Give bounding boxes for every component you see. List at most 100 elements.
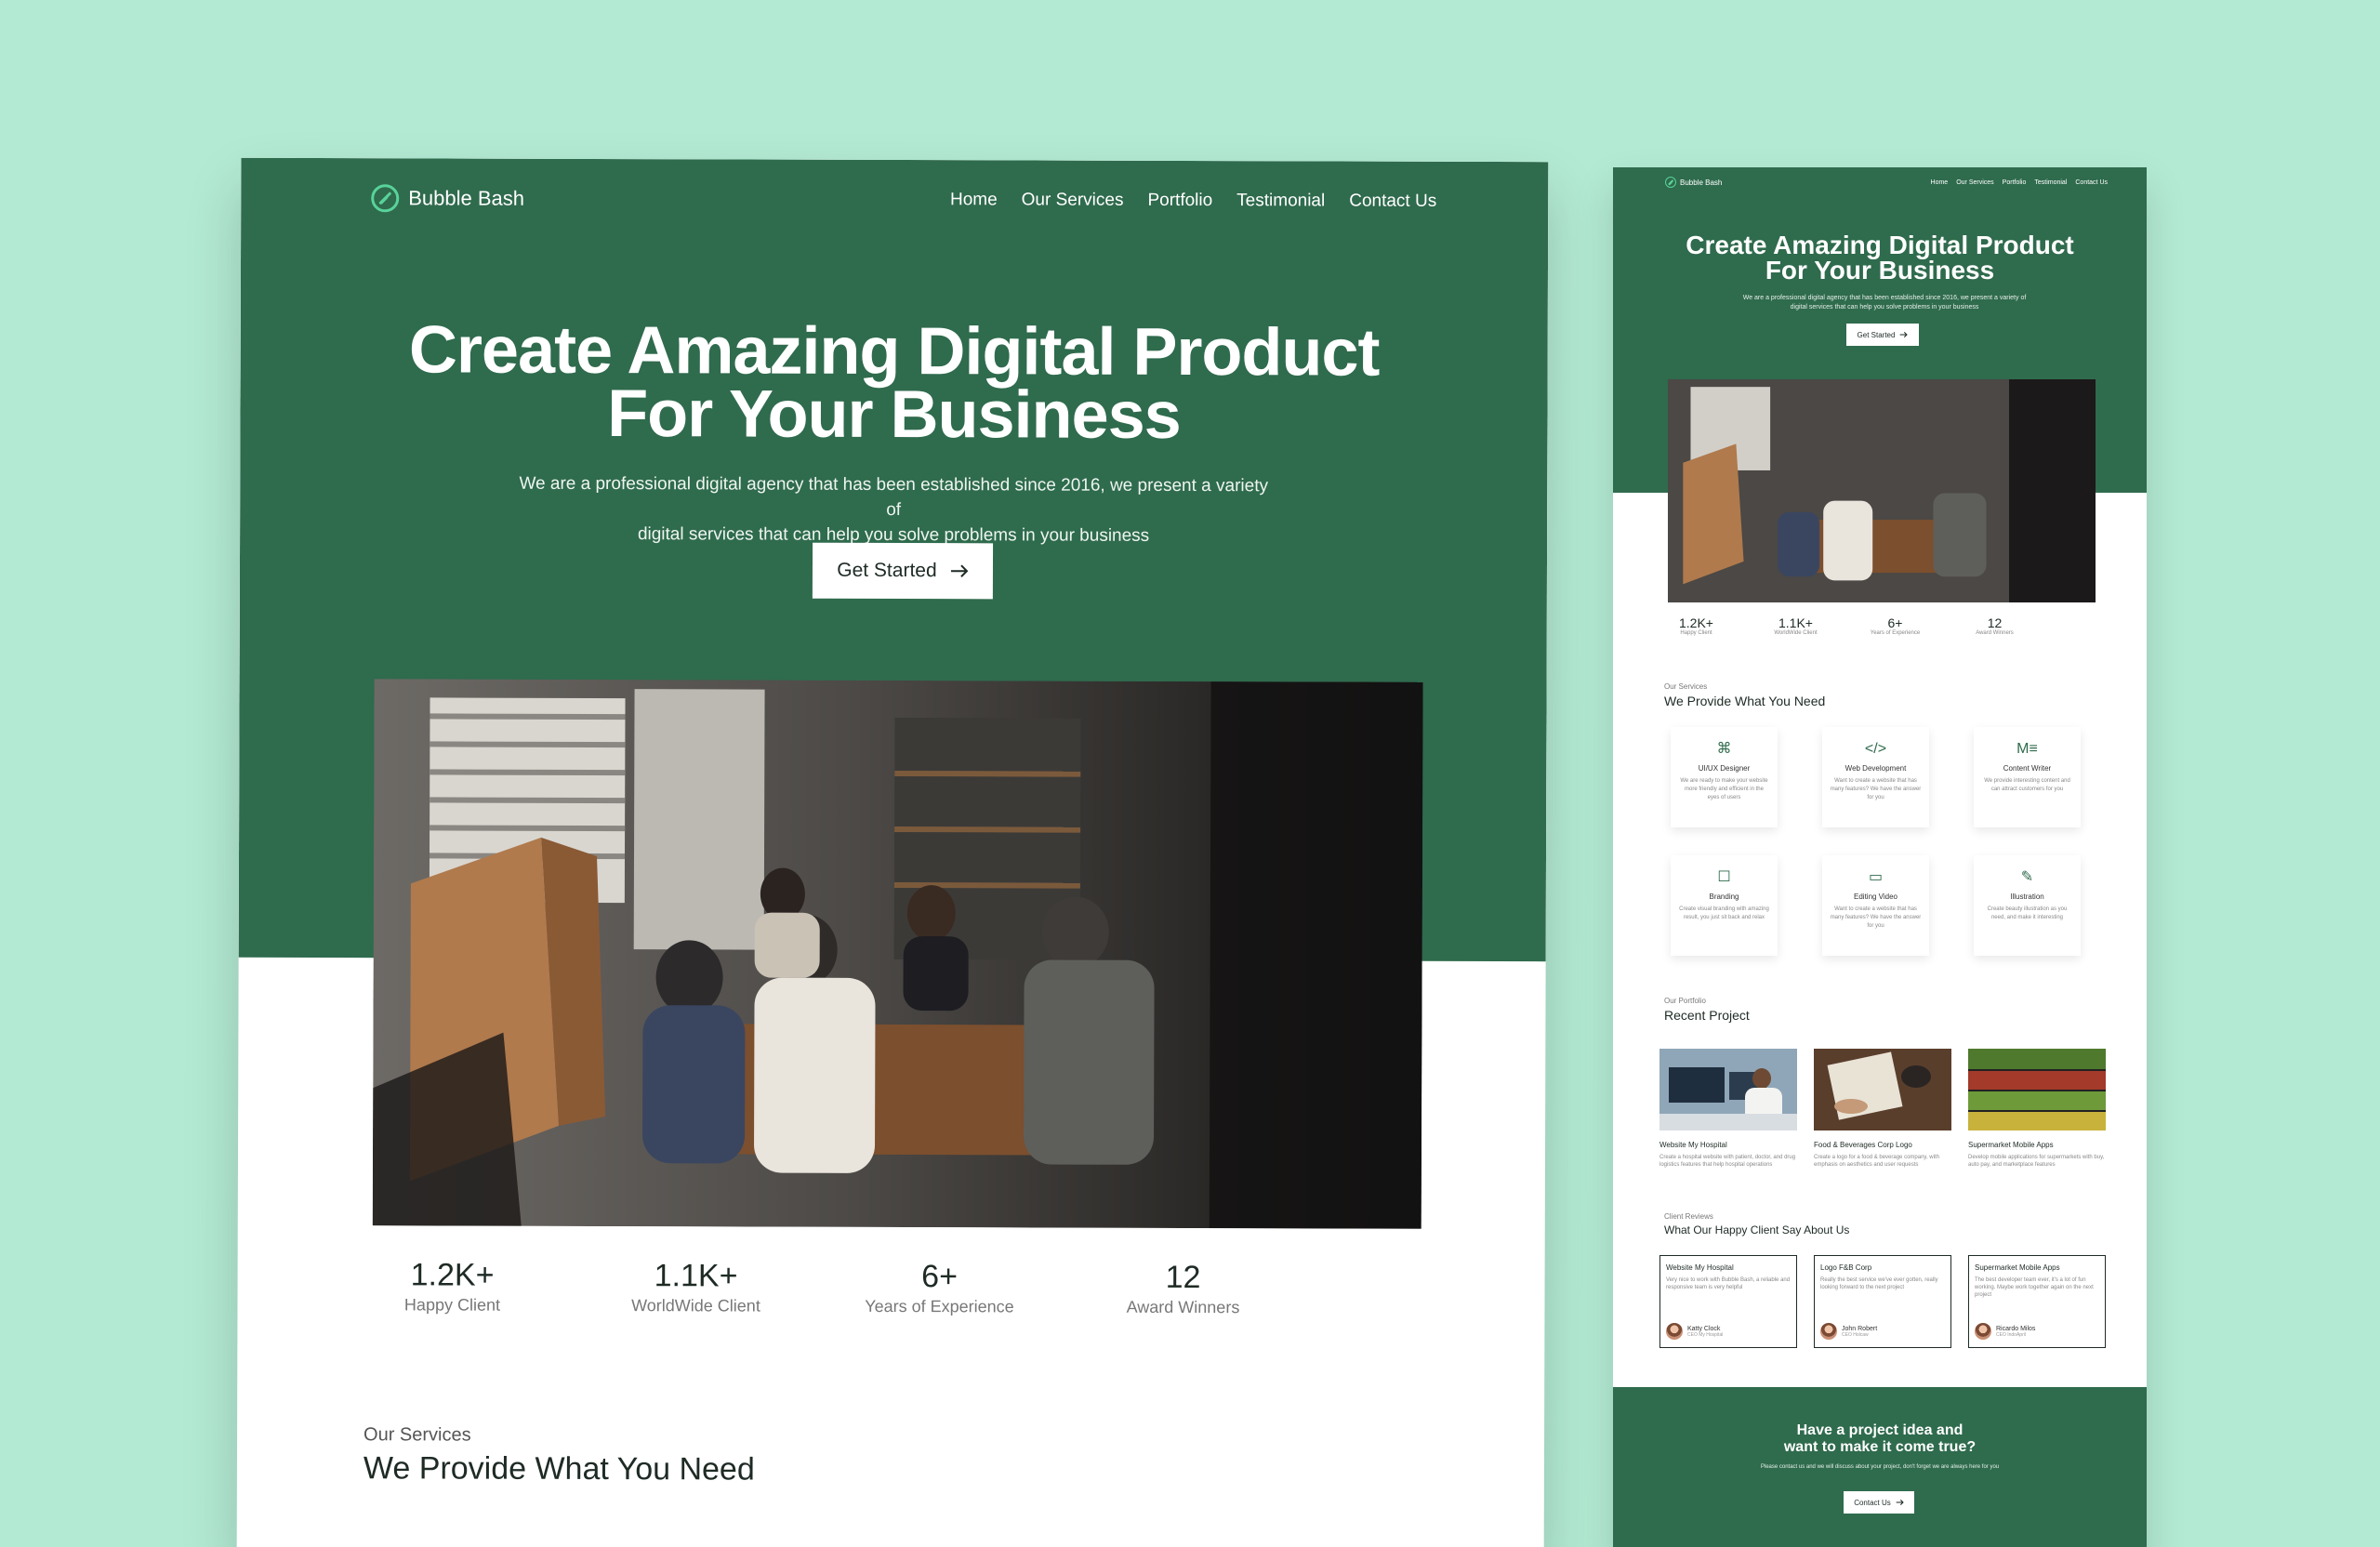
stat-value: 1.2K+ [410, 1257, 495, 1293]
nav-portfolio[interactable]: Portfolio [2003, 179, 2027, 186]
author-name: Katty Clock [1687, 1325, 1721, 1332]
get-started-button[interactable]: Get Started [1846, 324, 1919, 346]
brand-logo[interactable]: Bubble Bash [1665, 177, 1722, 188]
service-desc: Want to create a website that has many f… [1830, 778, 1922, 800]
project-image-supermarket [1968, 1049, 2106, 1130]
project-card[interactable]: Supermarket Mobile Apps Develop mobile a… [1968, 1049, 2106, 1169]
services-eyebrow: Our Services [364, 1424, 471, 1446]
project-title: Food & Beverages Corp Logo [1814, 1141, 1912, 1149]
review-text: Very nice to work with Bubble Bash, a re… [1666, 1277, 1791, 1290]
author-role: CEO Holcaw [1842, 1331, 1869, 1338]
hero-title: Create Amazing Digital Product For Your … [240, 312, 1547, 453]
stat-label: WorldWide Client [1774, 630, 1818, 636]
nav-our-services[interactable]: Our Services [1022, 190, 1124, 210]
hero-subtitle: We are a professional digital agency tha… [1725, 294, 2044, 312]
reviews-eyebrow: Client Reviews [1664, 1212, 1713, 1221]
nav-contact-us[interactable]: Contact Us [1349, 192, 1436, 212]
service-desc: We are ready to make your website more f… [1680, 778, 1768, 800]
hero-title-line2: For Your Business [607, 377, 1181, 453]
stats-row: 1.2K+ Happy Client 1.1K+ WorldWide Clien… [330, 1257, 1474, 1318]
review-card: Supermarket Mobile Apps The best develop… [1968, 1255, 2106, 1348]
hero-title-line1: Create Amazing Digital Product [1686, 231, 2074, 259]
service-card-editing-video[interactable]: ▭ Editing Video Want to create a website… [1822, 855, 1929, 956]
review-text: Really the best service we've ever gotte… [1820, 1277, 1938, 1290]
stat-label: Award Winners [1976, 630, 2014, 636]
stat-value: 12 [1987, 615, 2003, 630]
service-desc: Want to create a website that has many f… [1830, 906, 1922, 929]
navbar: Bubble Bash Home Our Services Portfolio … [1665, 173, 2108, 192]
services-title: We Provide What You Need [363, 1450, 755, 1488]
logo-icon [371, 184, 400, 213]
service-card-uiux[interactable]: ⌘ UI/UX Designer We are ready to make yo… [1671, 727, 1778, 827]
service-name: Editing Video [1854, 892, 1897, 901]
stat-label: Happy Client [403, 1295, 501, 1315]
stat-label: Years of Experience [865, 1296, 1014, 1316]
project-title: Website My Hospital [1659, 1141, 1727, 1149]
brand-logo[interactable]: Bubble Bash [371, 184, 524, 213]
cta-title-line2: want to make it come true? [1783, 1439, 1977, 1455]
stat-value: 12 [1165, 1259, 1201, 1296]
service-card-content-writer[interactable]: M≡ Content Writer We provide interesting… [1974, 727, 2081, 827]
nav-contact-us[interactable]: Contact Us [2075, 179, 2108, 186]
review-author: Ricardo Milos CEO IndoApril [1975, 1323, 2035, 1340]
service-card-web-development[interactable]: </> Web Development Want to create a web… [1822, 727, 1929, 827]
navbar: Bubble Bash Home Our Services Portfolio … [371, 175, 1436, 225]
hero-title: Create Amazing Digital Product For Your … [1613, 231, 2147, 284]
contact-us-button[interactable]: Contact Us [1844, 1491, 1914, 1514]
get-started-button[interactable]: Get Started [812, 542, 994, 600]
nav-home[interactable]: Home [950, 190, 998, 210]
service-desc: Create beauty illustration as you need, … [1987, 906, 2068, 920]
nav-portfolio[interactable]: Portfolio [1147, 191, 1212, 211]
service-desc: We provide interesting content and can a… [1984, 778, 2070, 792]
avatar [1975, 1323, 1991, 1340]
project-card[interactable]: Food & Beverages Corp Logo Create a logo… [1814, 1049, 1951, 1169]
avatar [1820, 1323, 1837, 1340]
brand-name: Bubble Bash [1680, 178, 1723, 187]
stat-award-winners: 12 Award Winners [1945, 615, 2044, 636]
hero-subtitle-line1: We are a professional digital agency tha… [1742, 295, 2027, 301]
stat-label: Award Winners [1126, 1297, 1240, 1317]
services-title: We Provide What You Need [1664, 694, 1826, 708]
stat-value: 1.2K+ [1679, 615, 1713, 630]
code-icon: </> [1864, 741, 1887, 757]
pen-icon: ✎ [2020, 869, 2034, 885]
service-card-branding[interactable]: ☐ Branding Create visual branding with a… [1671, 855, 1778, 956]
service-name: Content Writer [2003, 764, 2052, 773]
nav-testimonial[interactable]: Testimonial [2034, 179, 2067, 186]
reviews-title: What Our Happy Client Say About Us [1664, 1223, 1850, 1236]
stat-award-winners: 12 Award Winners [1061, 1260, 1304, 1318]
nav-home[interactable]: Home [1931, 179, 1949, 186]
stat-value: 6+ [1887, 615, 1903, 630]
reviews-grid: Website My Hospital Very nice to work wi… [1659, 1255, 2117, 1348]
review-author: John Robert CEO Holcaw [1820, 1323, 1877, 1340]
stat-label: Years of Experience [1870, 630, 1921, 636]
nav-our-services[interactable]: Our Services [1956, 179, 1993, 186]
stat-years-experience: 6+ Years of Experience [1845, 615, 1945, 636]
project-card[interactable]: Website My Hospital Create a hospital we… [1659, 1049, 1797, 1169]
author-name: John Robert [1842, 1325, 1878, 1332]
arrow-right-icon [1900, 332, 1909, 337]
hero-title-line1: Create Amazing Digital Product [408, 312, 1380, 390]
cta-title-line1: Have a project idea and [1796, 1422, 1964, 1438]
stat-years-experience: 6+ Years of Experience [817, 1259, 1061, 1317]
stat-worldwide-client: 1.1K+ WorldWide Client [574, 1258, 817, 1316]
arrow-right-icon [950, 564, 969, 577]
nav-testimonial[interactable]: Testimonial [1236, 191, 1325, 211]
project-image-hospital [1659, 1049, 1797, 1130]
hero-subtitle-line2: digital services that can help you solve… [1790, 304, 1979, 311]
nav-links: Home Our Services Portfolio Testimonial … [950, 190, 1436, 212]
stat-happy-client: 1.2K+ Happy Client [1646, 615, 1746, 636]
portfolio-eyebrow: Our Portfolio [1664, 997, 1706, 1005]
chat-icon: ☐ [1717, 869, 1731, 885]
service-card-illustration[interactable]: ✎ Illustration Create beauty illustratio… [1974, 855, 2081, 956]
stat-value: 1.1K+ [1778, 615, 1813, 630]
service-name: Illustration [2010, 892, 2044, 901]
review-card: Logo F&B Corp Really the best service we… [1814, 1255, 1951, 1348]
review-card: Website My Hospital Very nice to work wi… [1659, 1255, 1797, 1348]
video-icon: ▭ [1868, 869, 1884, 885]
project-title: Supermarket Mobile Apps [1968, 1141, 2054, 1149]
fullpage-mockup: Bubble Bash Home Our Services Portfolio … [1613, 167, 2147, 1547]
author-role: CEO My Hospital [1687, 1331, 1724, 1338]
logo-icon [1665, 177, 1676, 188]
contact-cta-section: Have a project idea and want to make it … [1613, 1387, 2147, 1547]
